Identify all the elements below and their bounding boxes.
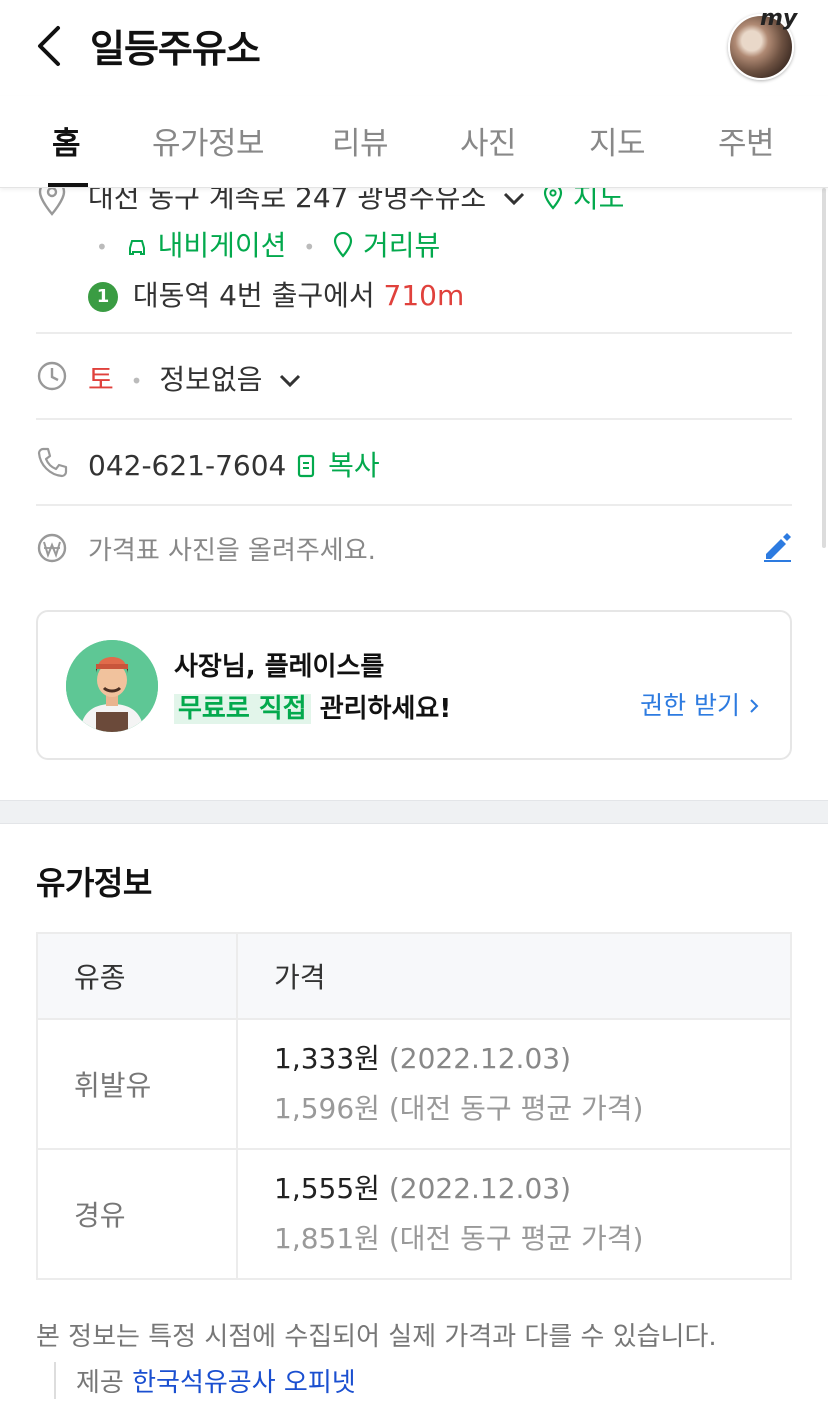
chevron-down-icon[interactable] [277, 371, 303, 391]
tab-home[interactable]: 홈 [52, 118, 81, 163]
price-photo-prompt[interactable]: 가격표 사진을 올려주세요. [88, 530, 376, 567]
page-title: 일등주유소 [90, 27, 261, 71]
clock-icon [37, 361, 67, 391]
app-header: 일등주유소 my [0, 0, 828, 96]
fuel-price-table: 유종 가격 휘발유 1,333원 (2022.12.03) 1,596원 (대전… [36, 932, 792, 1280]
table-row: 휘발유 1,333원 (2022.12.03) 1,596원 (대전 동구 평균… [36, 1018, 792, 1150]
copy-phone-button[interactable]: 복사 [295, 449, 380, 482]
hours-day: 토 [88, 363, 114, 396]
tab-reviews[interactable]: 리뷰 [332, 118, 389, 163]
phone-icon [37, 447, 68, 478]
subway-exit: 4번 출구에서 [219, 279, 375, 312]
fuel-price: 1,333원 (2022.12.03) [274, 1042, 571, 1075]
divider [36, 504, 792, 506]
phone-row: 042-621-7604 복사 [88, 444, 380, 484]
tab-map[interactable]: 지도 [589, 118, 646, 163]
phone-number[interactable]: 042-621-7604 [88, 449, 286, 482]
divider [36, 418, 792, 420]
average-price: 1,851원 (대전 동구 평균 가격) [274, 1222, 644, 1255]
column-header-fuel-type: 유종 [36, 932, 238, 1020]
section-separator [0, 800, 828, 824]
tab-bar: 홈 유가정보 리뷰 사진 지도 주변 [0, 96, 828, 188]
table-row: 경유 1,555원 (2022.12.03) 1,851원 (대전 동구 평균 … [36, 1148, 792, 1280]
fuel-price-cell: 1,555원 (2022.12.03) 1,851원 (대전 동구 평균 가격) [236, 1148, 792, 1280]
avatar-my-badge: my [760, 6, 798, 31]
card-highlight: 무료로 직접 [174, 694, 311, 724]
navigation-link[interactable]: 내비게이션 [125, 229, 296, 262]
business-hours-row[interactable]: 토 • 정보없음 [88, 358, 303, 398]
pencil-edit-icon[interactable] [762, 532, 792, 562]
fuel-section-title: 유가정보 [36, 864, 152, 902]
average-price: 1,596원 (대전 동구 평균 가격) [274, 1092, 644, 1125]
subway-info: 1 대동역 4번 출구에서 710m [88, 274, 464, 314]
owner-illustration [66, 640, 158, 732]
owner-claim-card[interactable]: 사장님, 플레이스를 무료로 직접 관리하세요! 권한 받기 [36, 610, 792, 760]
divider [36, 332, 792, 334]
chevron-down-icon[interactable] [501, 189, 527, 209]
tab-nearby[interactable]: 주변 [718, 118, 775, 163]
tab-fuel-info[interactable]: 유가정보 [152, 118, 265, 163]
column-header-price: 가격 [236, 932, 792, 1020]
fuel-price-cell: 1,333원 (2022.12.03) 1,596원 (대전 동구 평균 가격) [236, 1018, 792, 1150]
data-source: 제공 한국석유공사 오피넷 [54, 1362, 356, 1399]
scrollbar[interactable] [822, 188, 826, 548]
back-arrow-icon[interactable] [30, 22, 70, 70]
navigation-links: • 내비게이션 • 거리뷰 [96, 229, 441, 262]
street-view-pin-icon [333, 231, 353, 258]
street-view-link[interactable]: 거리뷰 [332, 229, 440, 262]
tab-photos[interactable]: 사진 [460, 118, 517, 163]
active-tab-indicator [48, 183, 88, 187]
subway-distance: 710m [383, 279, 465, 312]
opinet-source-link[interactable]: 한국석유공사 오피넷 [132, 1368, 356, 1398]
won-currency-icon [37, 533, 67, 563]
card-title: 사장님, 플레이스를 [174, 652, 385, 682]
table-header-row: 유종 가격 [36, 932, 792, 1020]
price-disclaimer: 본 정보는 특정 시점에 수집되어 실제 가격과 다를 수 있습니다. [36, 1322, 717, 1352]
fuel-type: 경유 [36, 1148, 238, 1280]
hours-status: 정보없음 [159, 363, 263, 396]
subway-station: 대동역 [132, 279, 211, 312]
fuel-price: 1,555원 (2022.12.03) [274, 1172, 571, 1205]
card-subtitle: 무료로 직접 관리하세요! [174, 688, 451, 725]
subway-line-badge: 1 [88, 282, 118, 312]
copy-icon [298, 454, 315, 478]
car-icon [128, 240, 145, 255]
chevron-right-icon [750, 699, 759, 713]
fuel-type: 휘발유 [36, 1018, 238, 1150]
claim-permission-link[interactable]: 권한 받기 [640, 686, 760, 722]
